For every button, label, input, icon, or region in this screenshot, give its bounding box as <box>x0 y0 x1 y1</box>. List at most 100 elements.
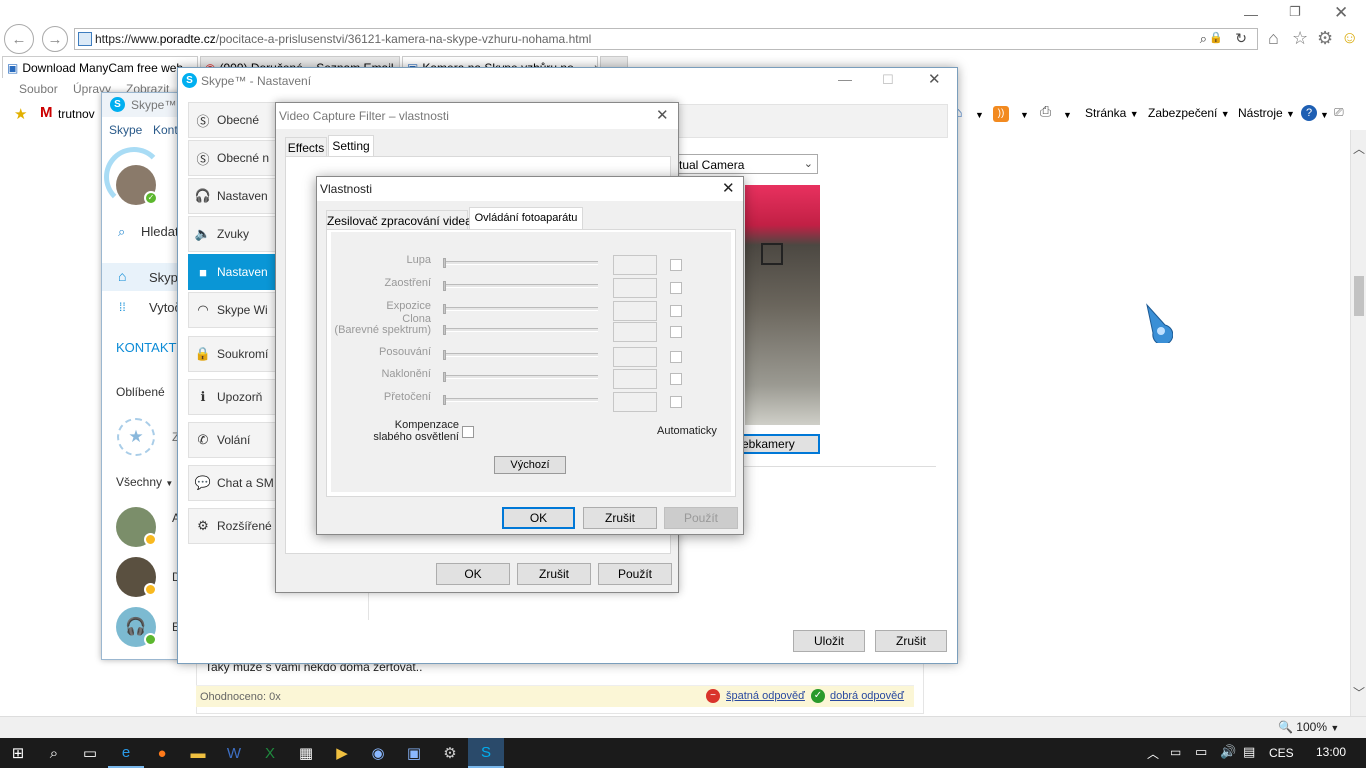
chevron-down-icon[interactable]: ▼ <box>1320 110 1329 120</box>
auto-checkbox[interactable] <box>670 326 682 338</box>
media-player-icon[interactable]: ▶ <box>324 738 360 768</box>
settings-item-advanced[interactable]: ⚙ Rozšířené <box>188 508 278 544</box>
slider-track[interactable] <box>443 261 598 265</box>
minimize-icon[interactable]: — <box>1244 6 1258 22</box>
file-explorer-icon[interactable]: ▬ <box>180 738 216 768</box>
action-center-icon[interactable]: ▤ <box>1243 744 1255 760</box>
settings-item-privacy[interactable]: 🔒 Soukromí <box>188 336 278 372</box>
tab-video-proc-amp[interactable]: Zesilovač zpracování videa <box>326 210 472 230</box>
slider-track[interactable] <box>443 328 598 332</box>
print-icon[interactable]: ⎙ <box>1040 103 1051 120</box>
calculator-icon[interactable]: ▦ <box>288 738 324 768</box>
zoom-control[interactable]: 🔍 100% ▼ <box>1278 720 1339 734</box>
slider-track[interactable] <box>443 375 598 379</box>
word-icon[interactable]: W <box>216 738 252 768</box>
check-icon[interactable]: ✓ <box>811 689 825 703</box>
tools-menu[interactable]: Nástroje ▼ <box>1238 106 1295 120</box>
network-icon[interactable]: ▭ <box>1195 744 1207 760</box>
app-icon[interactable]: ⚙ <box>432 738 468 768</box>
auto-checkbox[interactable] <box>670 351 682 363</box>
settings-item-sounds[interactable]: 🔈 Zvuky <box>188 216 278 252</box>
chevron-up-icon[interactable]: ︿ <box>1147 745 1159 762</box>
webcam-settings-button[interactable]: ebkamery <box>736 434 820 454</box>
close-icon[interactable]: ✕ <box>928 70 941 88</box>
search-icon[interactable]: ⌕ <box>36 738 72 768</box>
security-menu[interactable]: Zabezpečení ▼ <box>1148 106 1230 120</box>
back-button[interactable]: ← <box>4 24 34 54</box>
minimize-icon[interactable]: — <box>838 71 852 87</box>
camera-select[interactable]: tual Camera ⌄ <box>674 154 818 174</box>
cancel-button[interactable]: Zrušit <box>517 563 591 585</box>
settings-item-video[interactable]: ■ Nastaven <box>188 254 278 290</box>
internet-explorer-icon[interactable]: e <box>108 738 144 768</box>
app-icon[interactable]: ▣ <box>396 738 432 768</box>
contacts-menu[interactable]: Kont <box>153 123 178 137</box>
low-light-checkbox[interactable] <box>462 426 474 438</box>
tab-camera-control[interactable]: Ovládání fotoaparátu <box>469 207 583 230</box>
settings-item-chat[interactable]: 💬 Chat a SM <box>188 465 278 501</box>
smiley-icon[interactable]: ☺ <box>1341 28 1358 48</box>
favorites-star-icon[interactable]: ★ <box>14 105 27 123</box>
favorite-trutnov[interactable]: trutnov <box>58 107 95 121</box>
forward-button[interactable]: → <box>42 26 68 52</box>
research-icon[interactable]: ⎚ <box>1334 105 1344 120</box>
close-icon[interactable]: ✕ <box>656 106 669 124</box>
volume-icon[interactable]: 🔊 <box>1220 744 1236 760</box>
default-button[interactable]: Výchozí <box>494 456 566 474</box>
chevron-down-icon[interactable]: ▼ <box>1063 110 1072 120</box>
all-filter[interactable]: Všechny ▼ <box>116 475 173 489</box>
clock[interactable]: 13:00 <box>1316 745 1346 759</box>
slider-thumb[interactable] <box>443 304 446 314</box>
page-menu[interactable]: Stránka ▼ <box>1085 106 1139 120</box>
auto-checkbox[interactable] <box>670 373 682 385</box>
help-icon[interactable]: ? <box>1301 105 1317 121</box>
slider-thumb[interactable] <box>443 281 446 291</box>
slider-thumb[interactable] <box>443 258 446 268</box>
ok-button[interactable]: OK <box>502 507 575 529</box>
search-field[interactable]: Hledat <box>141 224 179 239</box>
auto-checkbox[interactable] <box>670 259 682 271</box>
settings-item-audio[interactable]: 🎧 Nastaven <box>188 178 278 214</box>
good-answer-link[interactable]: dobrá odpověď <box>830 690 904 702</box>
scroll-down-icon[interactable]: ﹀ <box>1353 684 1365 701</box>
battery-icon[interactable]: ▭ <box>1170 745 1181 759</box>
settings-item-general-2[interactable]: Ⓢ Obecné n <box>188 140 278 176</box>
slider-track[interactable] <box>443 307 598 311</box>
gear-icon[interactable]: ⚙ <box>1317 28 1333 49</box>
slider-track[interactable] <box>443 353 598 357</box>
settings-item-calls[interactable]: ✆ Volání <box>188 422 278 458</box>
slider-track[interactable] <box>443 398 598 402</box>
skype-menu[interactable]: Skype <box>109 123 142 137</box>
apply-button[interactable]: Použít <box>598 563 672 585</box>
minus-icon[interactable]: − <box>706 689 720 703</box>
refresh-icon[interactable]: ↻ <box>1235 30 1247 47</box>
address-bar[interactable]: https://www.poradte.cz/pocitace-a-prislu… <box>74 28 1258 50</box>
maximize-icon[interactable]: ☐ <box>882 72 894 88</box>
menu-file[interactable]: Soubor <box>19 82 58 96</box>
skype-taskbar-icon[interactable]: S <box>468 738 504 768</box>
contacts-tab[interactable]: KONTAKTY <box>116 340 185 355</box>
rss-icon[interactable]: )) <box>993 106 1009 122</box>
close-icon[interactable]: ✕ <box>1334 3 1348 23</box>
search-icon[interactable]: ⌕ <box>1200 31 1207 47</box>
firefox-icon[interactable]: ● <box>144 738 180 768</box>
home-icon[interactable]: ⌂ <box>1268 28 1279 49</box>
page-scrollbar[interactable]: ︿ ﹀ <box>1350 130 1366 716</box>
tab-manycam[interactable]: ▣ Download ManyCam free web... <box>2 56 198 78</box>
tab-effects[interactable]: Effects <box>285 137 327 157</box>
slider-thumb[interactable] <box>443 350 446 360</box>
close-icon[interactable]: ✕ <box>722 179 735 197</box>
task-view-icon[interactable]: ▭ <box>72 738 108 768</box>
language-indicator[interactable]: CES <box>1269 746 1294 760</box>
settings-item-wifi[interactable]: ◠ Skype Wi <box>188 292 278 328</box>
auto-checkbox[interactable] <box>670 396 682 408</box>
apply-button[interactable]: Použít <box>664 507 738 529</box>
cancel-button[interactable]: Zrušit <box>875 630 947 652</box>
favorite-star-icon[interactable]: ★ <box>117 418 155 456</box>
settings-item-general[interactable]: Ⓢ Obecné <box>188 102 278 138</box>
chevron-down-icon[interactable]: ▼ <box>975 110 984 120</box>
star-icon[interactable]: ☆ <box>1292 28 1308 49</box>
auto-checkbox[interactable] <box>670 305 682 317</box>
ok-button[interactable]: OK <box>436 563 510 585</box>
settings-item-notifications[interactable]: ℹ Upozorň <box>188 379 278 415</box>
